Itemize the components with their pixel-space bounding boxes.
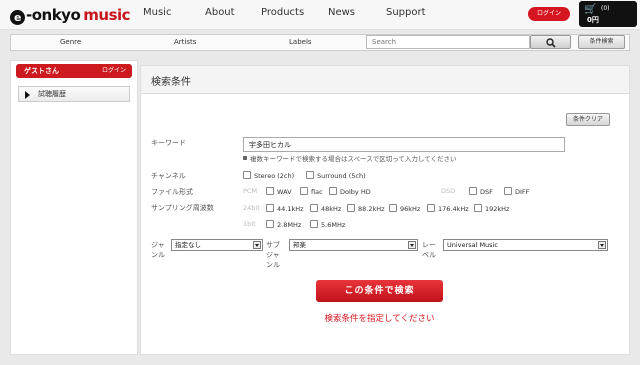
- nav-music[interactable]: Music: [143, 7, 171, 18]
- cart-icon: 🛒: [584, 4, 597, 15]
- checkbox-88-2khz[interactable]: 88.2kHz: [347, 204, 385, 214]
- keyword-input[interactable]: [243, 137, 565, 152]
- search-panel-header: [141, 66, 629, 94]
- checkbox-dsf[interactable]: DSF: [469, 187, 493, 197]
- listening-history[interactable]: 試聴履歴: [18, 86, 130, 102]
- nav-support[interactable]: Support: [386, 7, 426, 18]
- bit1-group-label: 1bit: [243, 220, 256, 228]
- nav-news[interactable]: News: [328, 7, 355, 18]
- cart-count: (0): [601, 5, 610, 12]
- checkbox-box[interactable]: [266, 187, 274, 195]
- search-submit-button[interactable]: この条件で検索: [316, 280, 443, 302]
- genre-select[interactable]: 指定なし: [171, 239, 263, 251]
- bit24-group-label: 24bit: [243, 204, 260, 212]
- login-button[interactable]: ログイン: [528, 7, 570, 21]
- category-artists[interactable]: Artists: [174, 38, 196, 46]
- keyword-note: 複数キーワードで検索する場合はスペースで区切って入力してください: [243, 153, 457, 163]
- checkbox-wav[interactable]: WAV: [266, 187, 292, 197]
- checkbox-box[interactable]: [389, 204, 397, 212]
- checkbox-box[interactable]: [469, 187, 477, 195]
- checkbox-box[interactable]: [243, 171, 251, 179]
- search-input[interactable]: [366, 35, 530, 49]
- checkbox-box[interactable]: [266, 204, 274, 212]
- subgenre-label: サブジャンル: [266, 241, 280, 269]
- category-genre[interactable]: Genre: [60, 38, 81, 46]
- nav-about[interactable]: About: [205, 7, 235, 18]
- pcm-group-label: PCM: [243, 187, 258, 195]
- page-title: 検索条件: [151, 77, 191, 88]
- dsd-group-label: DSD: [441, 187, 456, 195]
- checkbox-48khz[interactable]: 48kHz: [310, 204, 341, 214]
- checkbox-box[interactable]: [310, 220, 318, 228]
- label-label: レーベル: [422, 241, 436, 259]
- search-button[interactable]: [530, 35, 571, 49]
- checkbox-5-6mhz[interactable]: 5.6MHz: [310, 220, 345, 230]
- nav-products[interactable]: Products: [261, 7, 304, 18]
- bullet-square-icon: [243, 156, 247, 160]
- checkbox-192khz[interactable]: 192kHz: [474, 204, 509, 214]
- checkbox-box[interactable]: [474, 204, 482, 212]
- label-select[interactable]: Universal Music: [443, 239, 608, 251]
- checkbox-96khz[interactable]: 96kHz: [389, 204, 420, 214]
- advanced-search-button[interactable]: 条件検索: [578, 35, 625, 49]
- checkbox-box[interactable]: [306, 171, 314, 179]
- checkbox-box[interactable]: [504, 187, 512, 195]
- guest-name: ゲストさん: [24, 67, 59, 75]
- checkbox-2-8mhz[interactable]: 2.8MHz: [266, 220, 301, 230]
- checkbox-flac[interactable]: flac: [300, 187, 323, 197]
- sampling-label: サンプリング周波数: [151, 204, 214, 212]
- chevron-down-icon: [253, 241, 261, 249]
- guest-bar: ゲストさん ログイン: [16, 64, 132, 78]
- sidebar: [10, 60, 138, 355]
- sidebar-login-link[interactable]: ログイン: [102, 64, 126, 78]
- checkbox-box[interactable]: [427, 204, 435, 212]
- keyword-label: キーワード: [151, 139, 186, 147]
- subgenre-select[interactable]: 邦楽: [289, 239, 418, 251]
- checkbox-box[interactable]: [266, 220, 274, 228]
- checkbox-stereo[interactable]: Stereo (2ch): [243, 171, 294, 181]
- triangle-right-icon: [25, 91, 30, 99]
- checkbox-dolby-hd[interactable]: Dolby HD: [329, 187, 371, 197]
- category-labels[interactable]: Labels: [289, 38, 312, 46]
- checkbox-44-1khz[interactable]: 44.1kHz: [266, 204, 304, 214]
- clear-conditions-button[interactable]: 条件クリア: [566, 113, 610, 126]
- validation-message: 検索条件を指定してください: [324, 314, 435, 324]
- format-label: ファイル形式: [151, 188, 193, 196]
- chevron-down-icon: [598, 241, 606, 249]
- checkbox-box[interactable]: [347, 204, 355, 212]
- checkbox-box[interactable]: [310, 204, 318, 212]
- checkbox-diff[interactable]: DIFF: [504, 187, 529, 197]
- search-icon: [546, 38, 556, 48]
- checkbox-surround[interactable]: Surround (5ch): [306, 171, 366, 181]
- logo-music: music: [83, 6, 131, 24]
- checkbox-box[interactable]: [329, 187, 337, 195]
- checkbox-176-4khz[interactable]: 176.4kHz: [427, 204, 469, 214]
- history-label: 試聴履歴: [38, 90, 66, 98]
- cart-price: 0円: [587, 16, 599, 24]
- site-logo[interactable]: e -onkyo music: [10, 6, 131, 25]
- chevron-down-icon: [408, 241, 416, 249]
- checkbox-box[interactable]: [300, 187, 308, 195]
- cart-button[interactable]: 🛒 (0) 0円: [579, 1, 637, 27]
- genre-label: ジャンル: [151, 241, 165, 259]
- logo-e-mark: e: [10, 10, 25, 25]
- channel-label: チャンネル: [151, 172, 186, 180]
- logo-text: -onkyo: [26, 6, 81, 24]
